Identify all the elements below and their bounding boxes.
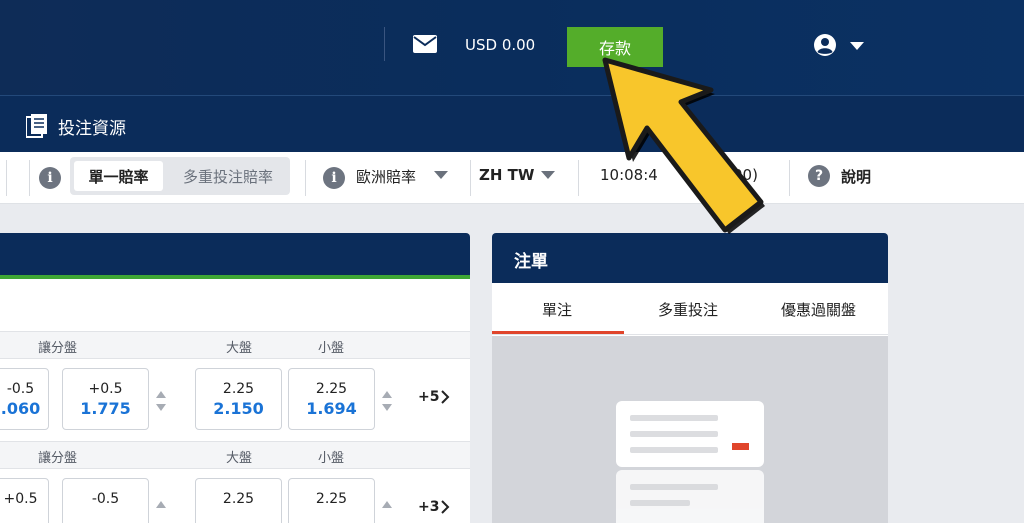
odds-button[interactable]: 2.25 [195,478,282,523]
odds-info-icon[interactable]: i [39,167,61,189]
handicap-column-header: 讓分盤 [38,451,78,466]
bet-slip-empty-state [492,336,888,523]
user-avatar-icon[interactable] [814,34,836,56]
toolbar-divider [29,160,30,196]
toolbar-divider [470,160,471,196]
language-select[interactable]: ZH TW [479,166,534,184]
odds-button[interactable]: -0.5 .060 [0,368,49,430]
odds-line: +0.5 [3,491,38,507]
multi-odds-tab[interactable]: 多重投注賠率 [170,161,286,191]
tab-single-bet[interactable]: 單注 [542,299,572,320]
help-icon[interactable]: ? [808,165,830,187]
bet-slip-title: 注單 [492,233,888,283]
bet-slip-panel: 注單 單注 多重投注 優惠過關盤 [492,233,888,523]
sub-nav: 投注資源 [0,95,1024,152]
odds-button[interactable]: +0.5 [0,478,49,523]
chevron-right-icon[interactable] [440,390,450,404]
odds-line: +0.5 [88,381,123,397]
odds-button[interactable]: 2.25 [288,478,375,523]
odds-price: 2.150 [213,399,264,418]
odds-movement-icon [156,391,166,411]
odds-line: 2.25 [222,381,255,397]
empty-slip-illustration [616,401,764,467]
single-odds-tab[interactable]: 單一賠率 [74,161,163,191]
match-odds-panel: 讓分盤 大盤 小盤 -0.5 .060 +0.5 1.775 2.25 2.15… [0,233,470,523]
top-header: USD 0.00 存款 [0,0,1024,95]
toolbar-divider [789,160,790,196]
odds-price: 1.775 [80,399,131,418]
toolbar-divider [578,160,579,196]
odds-format-info-icon[interactable]: i [323,167,345,189]
account-menu-chevron-down-icon[interactable] [850,42,864,50]
odds-format-select[interactable]: 歐洲賠率 [356,166,416,187]
toolbar-divider [305,160,306,196]
under-column-header: 小盤 [318,451,345,466]
more-markets-link[interactable]: +3 [418,499,439,515]
handicap-column-header: 讓分盤 [38,341,78,356]
odds-line: 2.25 [222,491,255,507]
odds-format-chevron-down-icon[interactable] [434,171,448,179]
odds-button[interactable]: -0.5 [62,478,149,523]
odds-line: 2.25 [315,491,348,507]
odds-button[interactable]: 2.25 1.694 [288,368,375,430]
odds-line: 2.25 [315,381,348,397]
more-markets-link[interactable]: +5 [418,389,439,405]
odds-line: -0.5 [6,381,35,397]
bet-slip-tabs: 單注 多重投注 優惠過關盤 [492,283,888,335]
header-divider [384,27,385,61]
toolbar-divider [6,160,7,196]
help-link[interactable]: 說明 [841,166,871,187]
odds-movement-icon [382,391,392,411]
language-chevron-down-icon[interactable] [541,171,555,179]
odds-button[interactable]: 2.25 2.150 [195,368,282,430]
over-column-header: 大盤 [226,451,253,466]
odds-movement-icon [156,501,166,508]
pointer-arrow-icon [602,57,765,234]
odds-type-toggle: 單一賠率 多重投注賠率 [70,157,290,195]
empty-slip-illustration [616,470,764,523]
odds-price: 1.694 [306,399,357,418]
odds-movement-icon [382,501,392,508]
bet-resources-link[interactable]: 投注資源 [58,114,126,139]
documents-icon [26,114,47,138]
under-column-header: 小盤 [318,341,345,356]
mail-icon[interactable] [413,35,437,53]
tab-boosted-parlay[interactable]: 優惠過關盤 [781,299,856,320]
match-panel-header [0,233,470,279]
account-balance: USD 0.00 [465,36,536,54]
odds-price: .060 [0,399,41,418]
over-column-header: 大盤 [226,341,253,356]
odds-button[interactable]: +0.5 1.775 [62,368,149,430]
tab-multi-bet[interactable]: 多重投注 [658,299,718,320]
odds-line: -0.5 [91,491,120,507]
active-tab-indicator [492,331,624,334]
